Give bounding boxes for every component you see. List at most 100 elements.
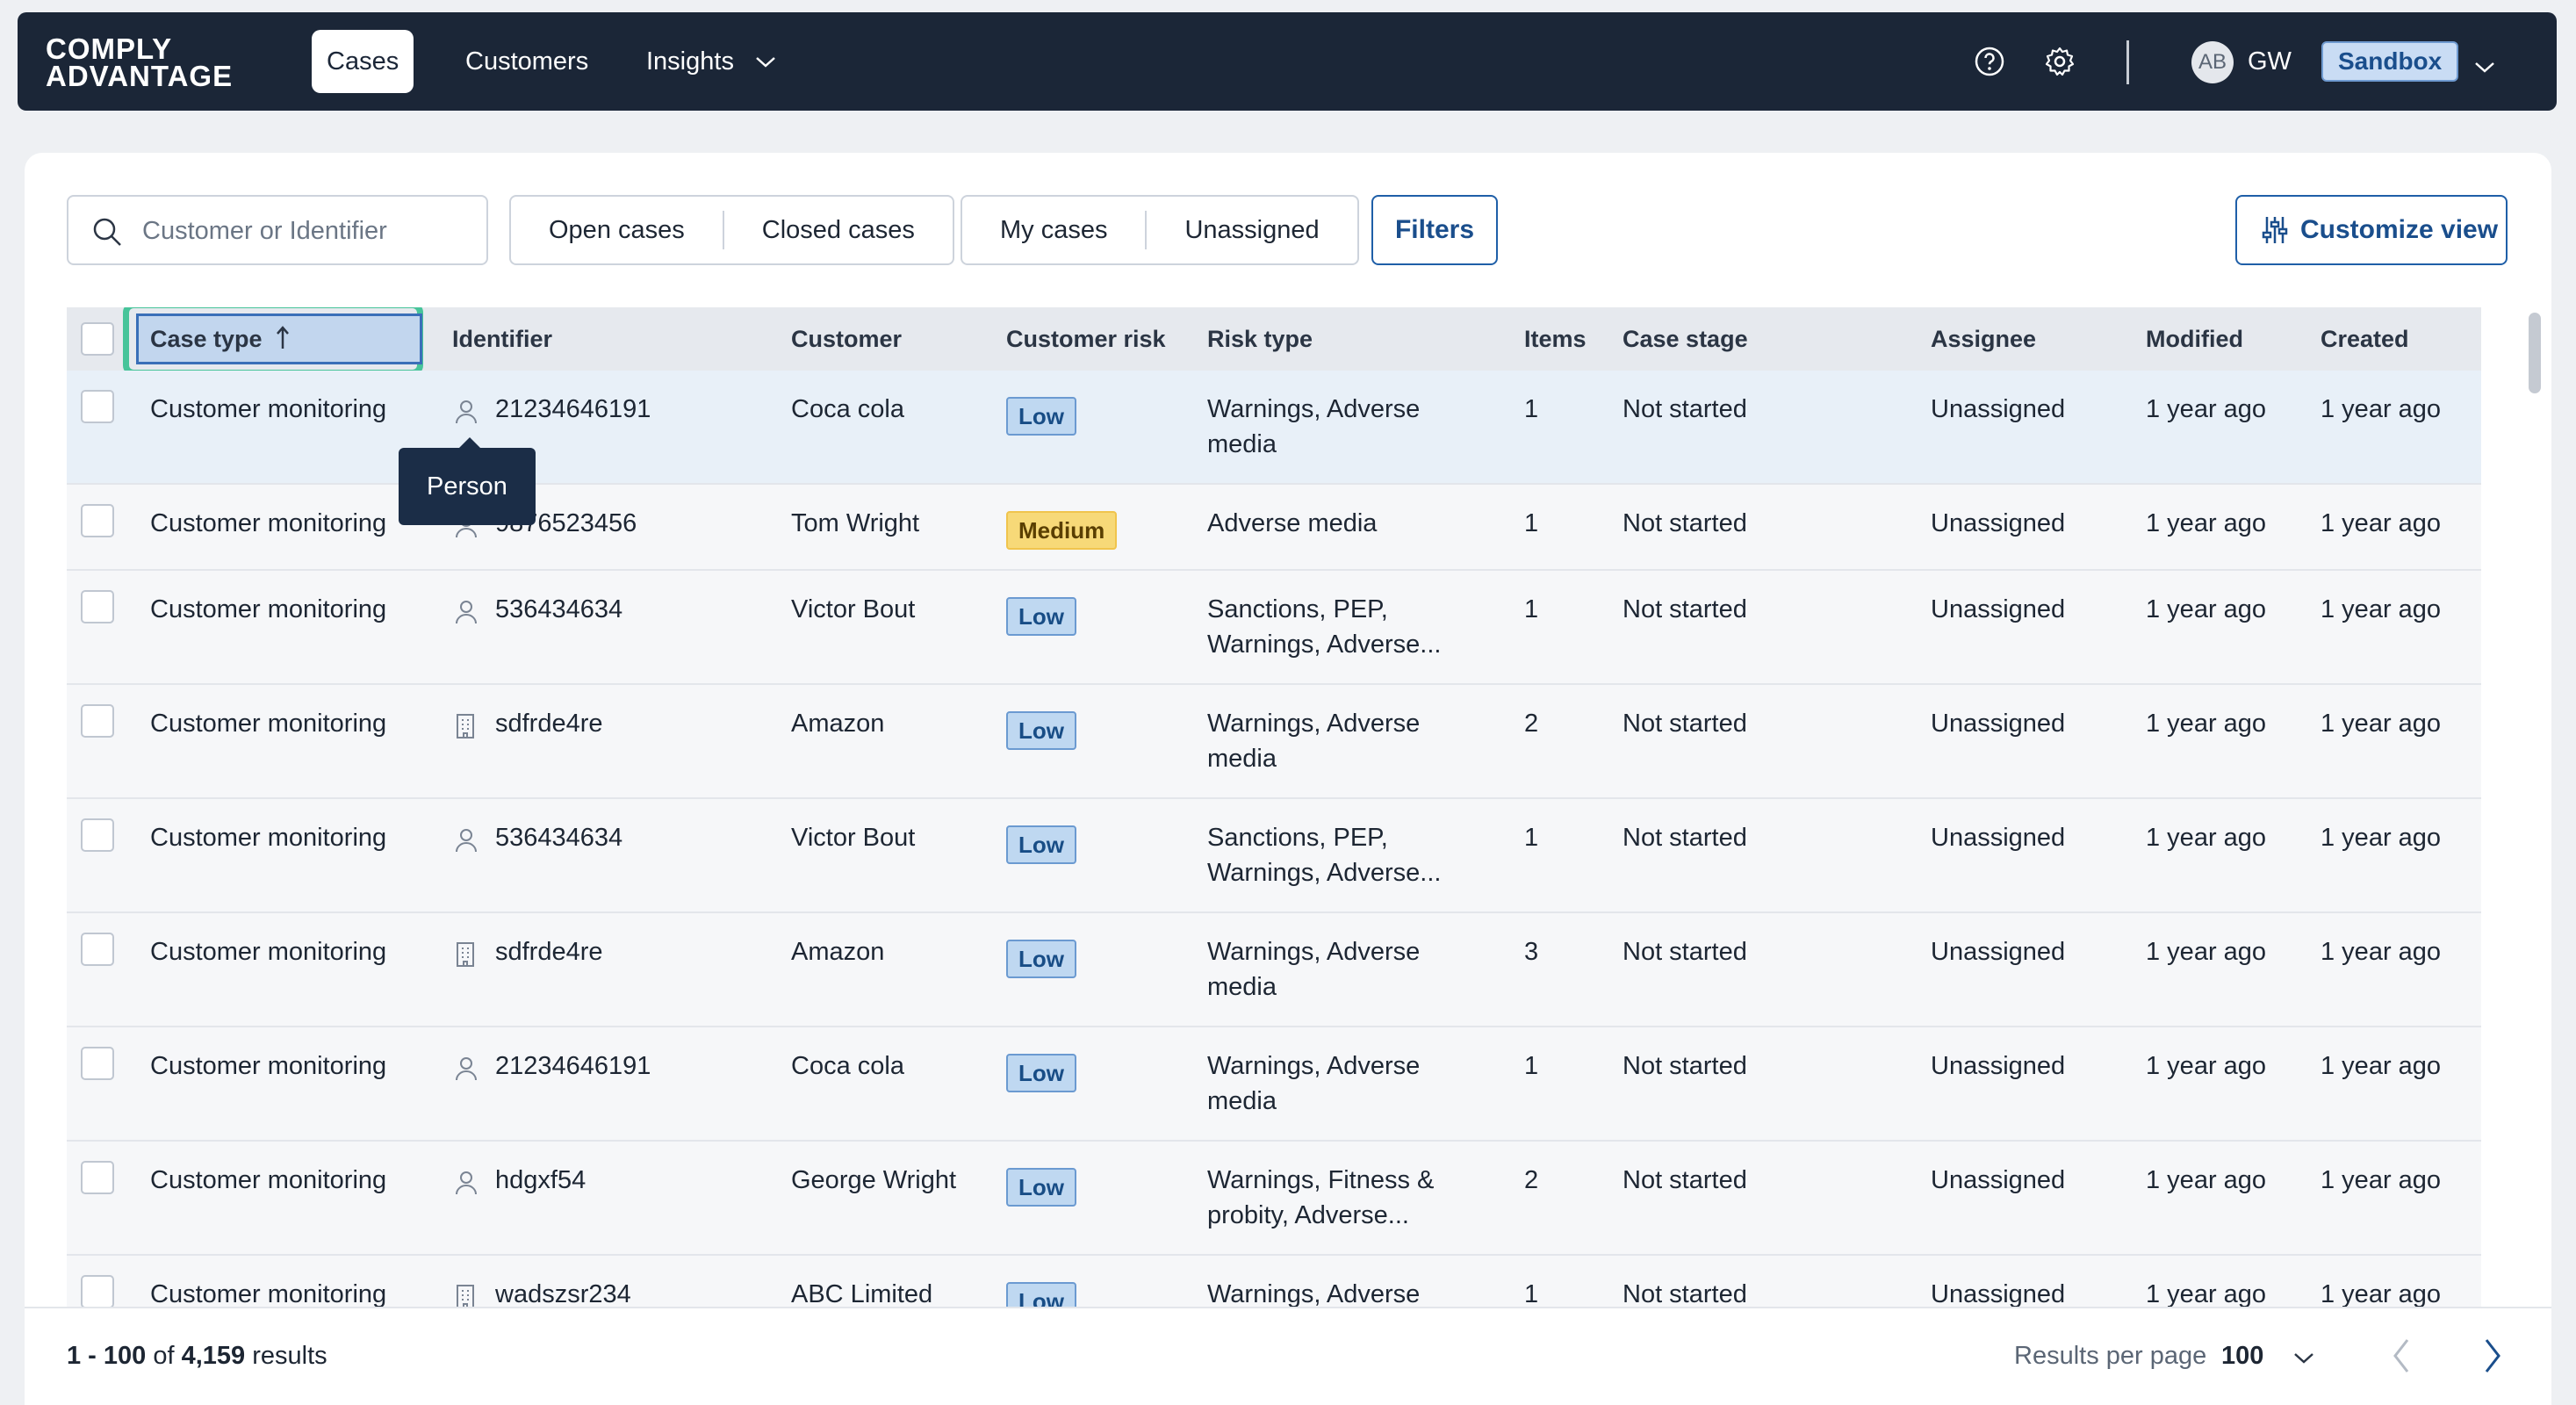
assignee-cell: Unassigned	[1931, 1052, 2066, 1080]
column-header-modified[interactable]: Modified	[2146, 307, 2243, 371]
column-header-customer-risk[interactable]: Customer risk	[1006, 307, 1166, 371]
customer-cell[interactable]: George Wright	[791, 1163, 956, 1198]
modified-cell: 1 year ago	[2146, 1052, 2267, 1080]
table-row[interactable]: Customer monitoring 536434634 Victor Bout L…	[67, 571, 2481, 685]
row-checkbox[interactable]	[81, 933, 114, 966]
column-header-case-stage[interactable]: Case stage	[1623, 307, 1748, 371]
column-header-case-type[interactable]: Case type	[150, 307, 290, 371]
customize-view-button[interactable]: Customize view	[2235, 195, 2508, 265]
identifier-cell[interactable]: 21234646191	[495, 392, 651, 427]
column-header-created[interactable]: Created	[2321, 307, 2409, 371]
customer-cell[interactable]: Victor Bout	[791, 820, 915, 855]
nav-tab-label: Customers	[465, 47, 589, 76]
risk-badge: Low	[1006, 940, 1076, 978]
building-icon[interactable]	[455, 941, 476, 968]
avatar[interactable]: AB	[2191, 41, 2234, 83]
customer-cell[interactable]: Coca cola	[791, 1048, 904, 1084]
assignee-cell: Unassigned	[1931, 710, 2066, 738]
assignee-cell: Unassigned	[1931, 509, 2066, 537]
identifier-cell[interactable]: wadszsr234	[495, 1277, 631, 1308]
customer-cell[interactable]: ABC Limited	[791, 1277, 932, 1308]
person-icon[interactable]	[455, 1170, 478, 1196]
nav-divider	[2126, 40, 2129, 84]
row-checkbox[interactable]	[81, 504, 114, 537]
case-type-cell: Customer monitoring	[150, 710, 387, 738]
chevron-down-icon[interactable]	[2293, 1352, 2314, 1365]
table-row[interactable]: Customer monitoring sdfrde4re Amazon Low War…	[67, 685, 2481, 799]
identifier-cell[interactable]: sdfrde4re	[495, 934, 603, 969]
risk-type-cell: Warnings, Adverse media	[1207, 706, 1488, 776]
identifier-cell[interactable]: 536434634	[495, 592, 622, 627]
search-box[interactable]	[67, 195, 488, 265]
risk-badge: Low	[1006, 397, 1076, 436]
nav-tab-customers[interactable]: Customers	[450, 30, 603, 93]
table-row[interactable]: Customer monitoring sdfrde4re Amazon Low War…	[67, 913, 2481, 1027]
building-icon[interactable]	[455, 713, 476, 739]
person-icon[interactable]	[455, 399, 478, 425]
table-row[interactable]: Customer monitoring 21234646191 Coca cola L…	[67, 1027, 2481, 1142]
customer-cell[interactable]: Amazon	[791, 706, 884, 741]
risk-type-line: media	[1207, 430, 1277, 458]
case-type-cell: Customer monitoring	[150, 824, 387, 852]
case-stage-cell: Not started	[1623, 395, 1747, 423]
building-icon[interactable]	[455, 1284, 476, 1308]
table-scrollbar[interactable]	[2523, 307, 2543, 1308]
top-navigation-bar: COMPLY ADVANTAGE Cases Customers Insight…	[18, 12, 2557, 111]
identifier-type-tooltip: Person	[399, 437, 536, 525]
closed-cases-button[interactable]: Closed cases	[724, 211, 953, 249]
case-type-cell: Customer monitoring	[150, 509, 387, 537]
person-icon[interactable]	[455, 599, 478, 625]
modified-cell: 1 year ago	[2146, 1280, 2267, 1308]
chevron-down-icon[interactable]	[2474, 61, 2495, 74]
user-initials[interactable]: GW	[2248, 47, 2292, 76]
results-per-page-select[interactable]: 100	[2221, 1342, 2263, 1371]
risk-badge: Low	[1006, 1282, 1076, 1308]
unassigned-button[interactable]: Unassigned	[1147, 211, 1356, 249]
search-input[interactable]	[142, 211, 476, 251]
identifier-cell[interactable]: hdgxf54	[495, 1163, 586, 1198]
pagination-footer: 1 - 100 of 4,159 results Results per pag…	[25, 1307, 2551, 1405]
brand-logo[interactable]: COMPLY ADVANTAGE	[46, 34, 233, 90]
table-row[interactable]: Customer monitoring hdgxf54 George Wright L…	[67, 1142, 2481, 1256]
customer-cell[interactable]: Coca cola	[791, 392, 904, 427]
customer-cell[interactable]: Tom Wright	[791, 506, 919, 541]
person-icon[interactable]	[455, 1056, 478, 1082]
row-checkbox[interactable]	[81, 1047, 114, 1080]
filters-button[interactable]: Filters	[1371, 195, 1498, 265]
next-page-button[interactable]	[2479, 1337, 2504, 1375]
identifier-cell[interactable]: 536434634	[495, 820, 622, 855]
column-header-risk-type[interactable]: Risk type	[1207, 307, 1313, 371]
my-cases-button[interactable]: My cases	[962, 211, 1145, 249]
row-checkbox[interactable]	[81, 1161, 114, 1194]
assignee-cell: Unassigned	[1931, 1280, 2066, 1308]
nav-tab-cases[interactable]: Cases	[312, 30, 414, 93]
open-cases-button[interactable]: Open cases	[511, 211, 723, 249]
risk-type-line: media	[1207, 973, 1277, 1001]
table-row[interactable]: Customer monitoring wadszsr234 ABC Limited…	[67, 1256, 2481, 1308]
row-checkbox[interactable]	[81, 1275, 114, 1308]
gear-icon[interactable]	[2044, 46, 2076, 77]
row-checkbox[interactable]	[81, 704, 114, 738]
case-type-cell: Customer monitoring	[150, 1166, 387, 1194]
results-range: 1 - 100	[67, 1342, 147, 1370]
column-header-identifier[interactable]: Identifier	[452, 307, 552, 371]
identifier-cell[interactable]: 21234646191	[495, 1048, 651, 1084]
help-circle-icon[interactable]	[1974, 46, 2005, 77]
row-checkbox[interactable]	[81, 590, 114, 623]
nav-tab-insights[interactable]: Insights	[631, 30, 791, 93]
select-all-checkbox[interactable]	[81, 322, 114, 356]
scrollbar-thumb[interactable]	[2529, 313, 2541, 393]
previous-page-button[interactable]	[2390, 1337, 2414, 1375]
row-checkbox[interactable]	[81, 818, 114, 852]
table-row[interactable]: Customer monitoring 536434634 Victor Bout L…	[67, 799, 2481, 913]
row-checkbox[interactable]	[81, 390, 114, 423]
customer-cell[interactable]: Victor Bout	[791, 592, 915, 627]
identifier-cell[interactable]: sdfrde4re	[495, 706, 603, 741]
modified-cell: 1 year ago	[2146, 595, 2267, 623]
person-icon[interactable]	[455, 827, 478, 854]
sliders-icon	[2262, 215, 2288, 245]
customer-cell[interactable]: Amazon	[791, 934, 884, 969]
column-header-items[interactable]: Items	[1524, 307, 1587, 371]
column-header-assignee[interactable]: Assignee	[1931, 307, 2036, 371]
column-header-customer[interactable]: Customer	[791, 307, 902, 371]
